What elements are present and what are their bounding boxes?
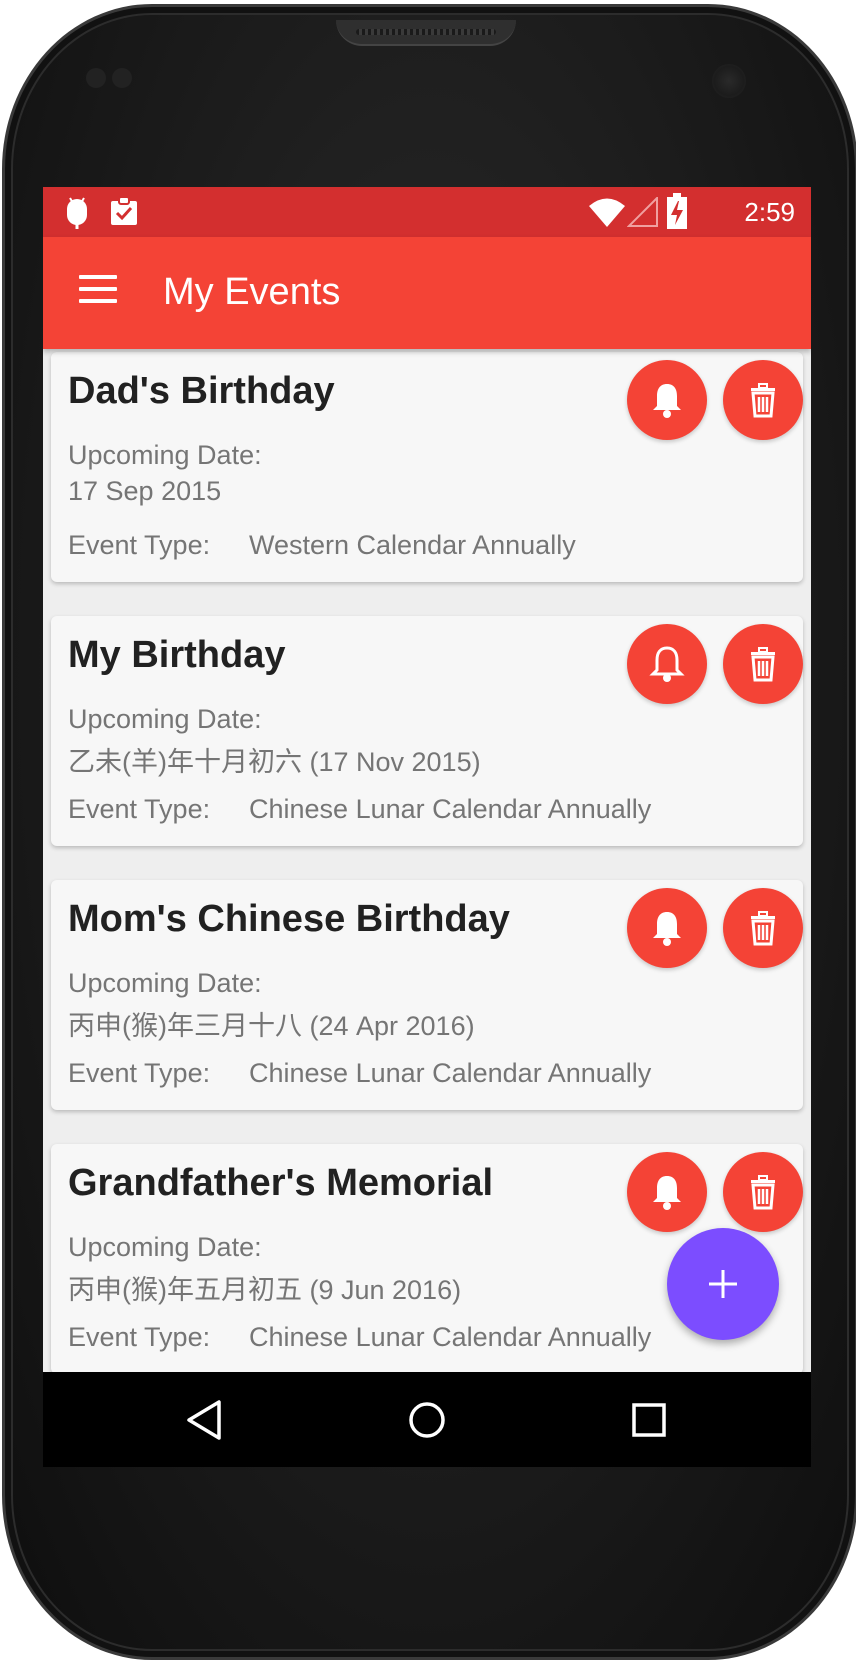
event-type-label: Event Type: [68, 530, 211, 560]
event-title: Grandfather's Memorial [68, 1162, 494, 1204]
back-icon[interactable] [183, 1398, 227, 1442]
bell-icon [653, 912, 681, 946]
event-list[interactable]: Dad's Birthday Upcoming Date: 17 Sep 201… [43, 349, 811, 1389]
home-icon[interactable] [405, 1398, 449, 1442]
trash-icon [751, 911, 775, 946]
event-type-value: Chinese Lunar Calendar Annually [249, 1322, 652, 1352]
reminder-button[interactable] [627, 888, 707, 968]
event-card[interactable]: Mom's Chinese Birthday Upcoming Date: 丙申… [51, 880, 803, 1110]
event-card[interactable]: My Birthday Upcoming Date: 乙未(羊)年十月初六 (1… [51, 616, 803, 846]
upcoming-date-value: 丙申(猴)年五月初五 (9 Jun 2016) [68, 1275, 462, 1305]
event-type-value: Chinese Lunar Calendar Annually [249, 794, 652, 824]
navigation-bar [43, 1372, 811, 1467]
event-type-value: Western Calendar Annually [249, 530, 576, 560]
event-type-label: Event Type: [68, 794, 211, 824]
proximity-sensor [86, 68, 106, 88]
upcoming-date-label: Upcoming Date: [68, 1232, 262, 1262]
upcoming-date-value: 乙未(羊)年十月初六 (17 Nov 2015) [68, 747, 481, 777]
delete-button[interactable] [723, 624, 803, 704]
signal-icon [627, 197, 658, 227]
trash-icon [751, 383, 775, 418]
upcoming-date-value: 丙申(猴)年三月十八 (24 Apr 2016) [68, 1011, 475, 1041]
delete-button[interactable] [723, 360, 803, 440]
screen: 2:59 My Events Dad's Birthday Upcoming D… [43, 187, 811, 1467]
trash-icon [751, 1175, 775, 1210]
trash-icon [751, 647, 775, 682]
event-type-value: Chinese Lunar Calendar Annually [249, 1058, 652, 1088]
bell-icon [653, 384, 681, 418]
delete-button[interactable] [723, 1152, 803, 1232]
recents-icon[interactable] [627, 1398, 671, 1442]
event-title: Dad's Birthday [68, 370, 335, 412]
add-event-button[interactable] [667, 1228, 779, 1340]
reminder-button[interactable] [627, 360, 707, 440]
hamburger-menu-icon[interactable] [79, 275, 117, 303]
upcoming-date-label: Upcoming Date: [68, 704, 262, 734]
light-sensor [112, 68, 132, 88]
upcoming-date-value: 17 Sep 2015 [68, 476, 222, 506]
reminder-button[interactable] [627, 1152, 707, 1232]
event-type-label: Event Type: [68, 1058, 211, 1088]
upcoming-date-label: Upcoming Date: [68, 968, 262, 998]
bell-icon [653, 1176, 681, 1210]
event-title: Mom's Chinese Birthday [68, 898, 510, 940]
bell-icon [649, 646, 685, 682]
app-bar: My Events [43, 237, 811, 349]
delete-button[interactable] [723, 888, 803, 968]
event-card[interactable]: Dad's Birthday Upcoming Date: 17 Sep 201… [51, 352, 803, 582]
plus-icon [709, 1270, 737, 1298]
phone-frame: 2:59 My Events Dad's Birthday Upcoming D… [0, 0, 856, 1660]
upcoming-date-label: Upcoming Date: [68, 440, 262, 470]
android-debug-icon [67, 197, 87, 229]
reminder-button[interactable] [627, 624, 707, 704]
event-type-label: Event Type: [68, 1322, 211, 1352]
status-bar: 2:59 [43, 187, 811, 237]
wifi-icon [589, 198, 625, 227]
earpiece-speaker [336, 20, 516, 46]
status-time: 2:59 [744, 197, 795, 227]
page-title: My Events [163, 271, 341, 313]
clipboard-check-icon [111, 196, 137, 225]
battery-charging-icon [667, 193, 687, 229]
front-camera [712, 64, 746, 98]
event-title: My Birthday [68, 634, 286, 676]
